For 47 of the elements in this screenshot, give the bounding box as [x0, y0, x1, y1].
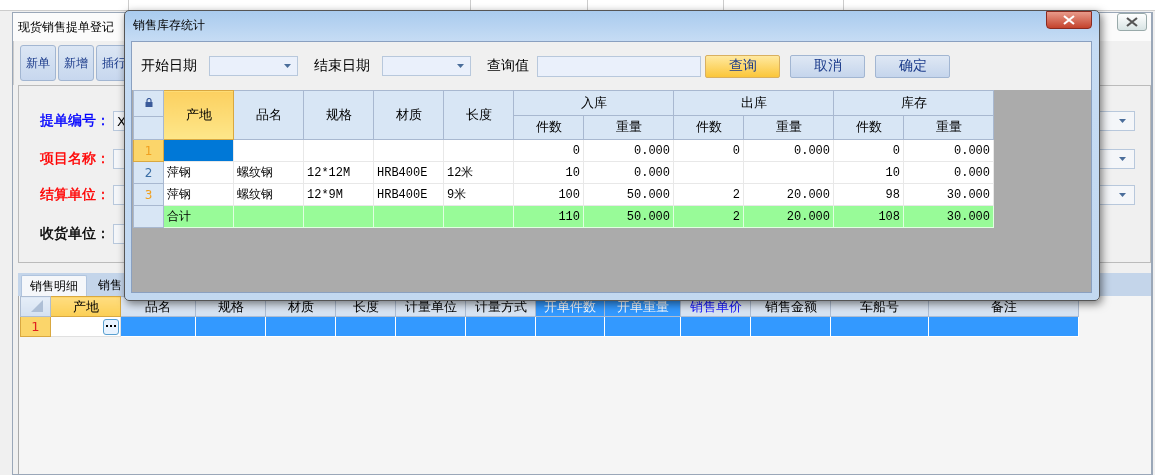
toolbar-button[interactable]: 新单 [20, 45, 56, 81]
close-icon [1126, 17, 1138, 27]
toolbar-button[interactable]: 新增 [58, 45, 94, 81]
date-field[interactable] [209, 56, 298, 76]
row-number: 2 [133, 161, 164, 184]
ellipsis-button[interactable] [103, 318, 119, 335]
window-title: 现货销售提单登记 [18, 18, 114, 36]
field-label: 提单编号： [40, 112, 111, 130]
group-header: 库存 [833, 90, 994, 115]
column-header[interactable]: 材质 [373, 90, 444, 140]
close-button[interactable] [1046, 11, 1092, 29]
date-field[interactable] [382, 56, 471, 76]
close-icon [1063, 15, 1075, 25]
ellipsis-icon [106, 325, 116, 329]
column-header[interactable]: 产地 [163, 90, 234, 140]
group-header: 入库 [513, 90, 674, 115]
dropdown-arrow-icon [284, 64, 291, 68]
filter-label: 开始日期 [141, 57, 197, 75]
column-header[interactable]: 重量 [583, 115, 674, 140]
column-header[interactable]: 产地 [50, 296, 121, 317]
column-header[interactable]: 品名 [233, 90, 304, 140]
field-label: 项目名称： [40, 150, 111, 168]
group-header: 出库 [673, 90, 834, 115]
dialog-title: 销售库存统计 [133, 17, 205, 34]
row-number: 1 [133, 139, 164, 162]
column-header[interactable]: 规格 [303, 90, 374, 140]
tab[interactable]: 销售明细 [21, 275, 87, 296]
dropdown-arrow-icon [1119, 157, 1126, 161]
lock-icon [144, 98, 153, 107]
field-label: 收货单位： [40, 225, 111, 243]
dropdown-arrow-icon [1119, 119, 1126, 123]
filter-label: 结束日期 [314, 57, 370, 75]
dropdown-arrow-icon [457, 64, 464, 68]
dialog-button[interactable]: 查询 [705, 54, 780, 78]
query-field[interactable] [537, 55, 701, 77]
dialog-button[interactable]: 取消 [790, 54, 865, 78]
field-label: 结算单位： [40, 186, 111, 204]
dialog-button[interactable]: 确定 [875, 54, 950, 78]
column-header[interactable]: 重量 [743, 115, 834, 140]
dropdown-arrow-icon [1119, 193, 1126, 197]
column-header[interactable]: 重量 [903, 115, 994, 140]
tab[interactable]: 销售 [90, 275, 130, 296]
column-header[interactable]: 长度 [443, 90, 514, 140]
filter-label: 查询值 [487, 57, 529, 75]
close-button[interactable] [1117, 13, 1147, 31]
row-number: 3 [133, 183, 164, 206]
row-number: 1 [20, 316, 51, 337]
